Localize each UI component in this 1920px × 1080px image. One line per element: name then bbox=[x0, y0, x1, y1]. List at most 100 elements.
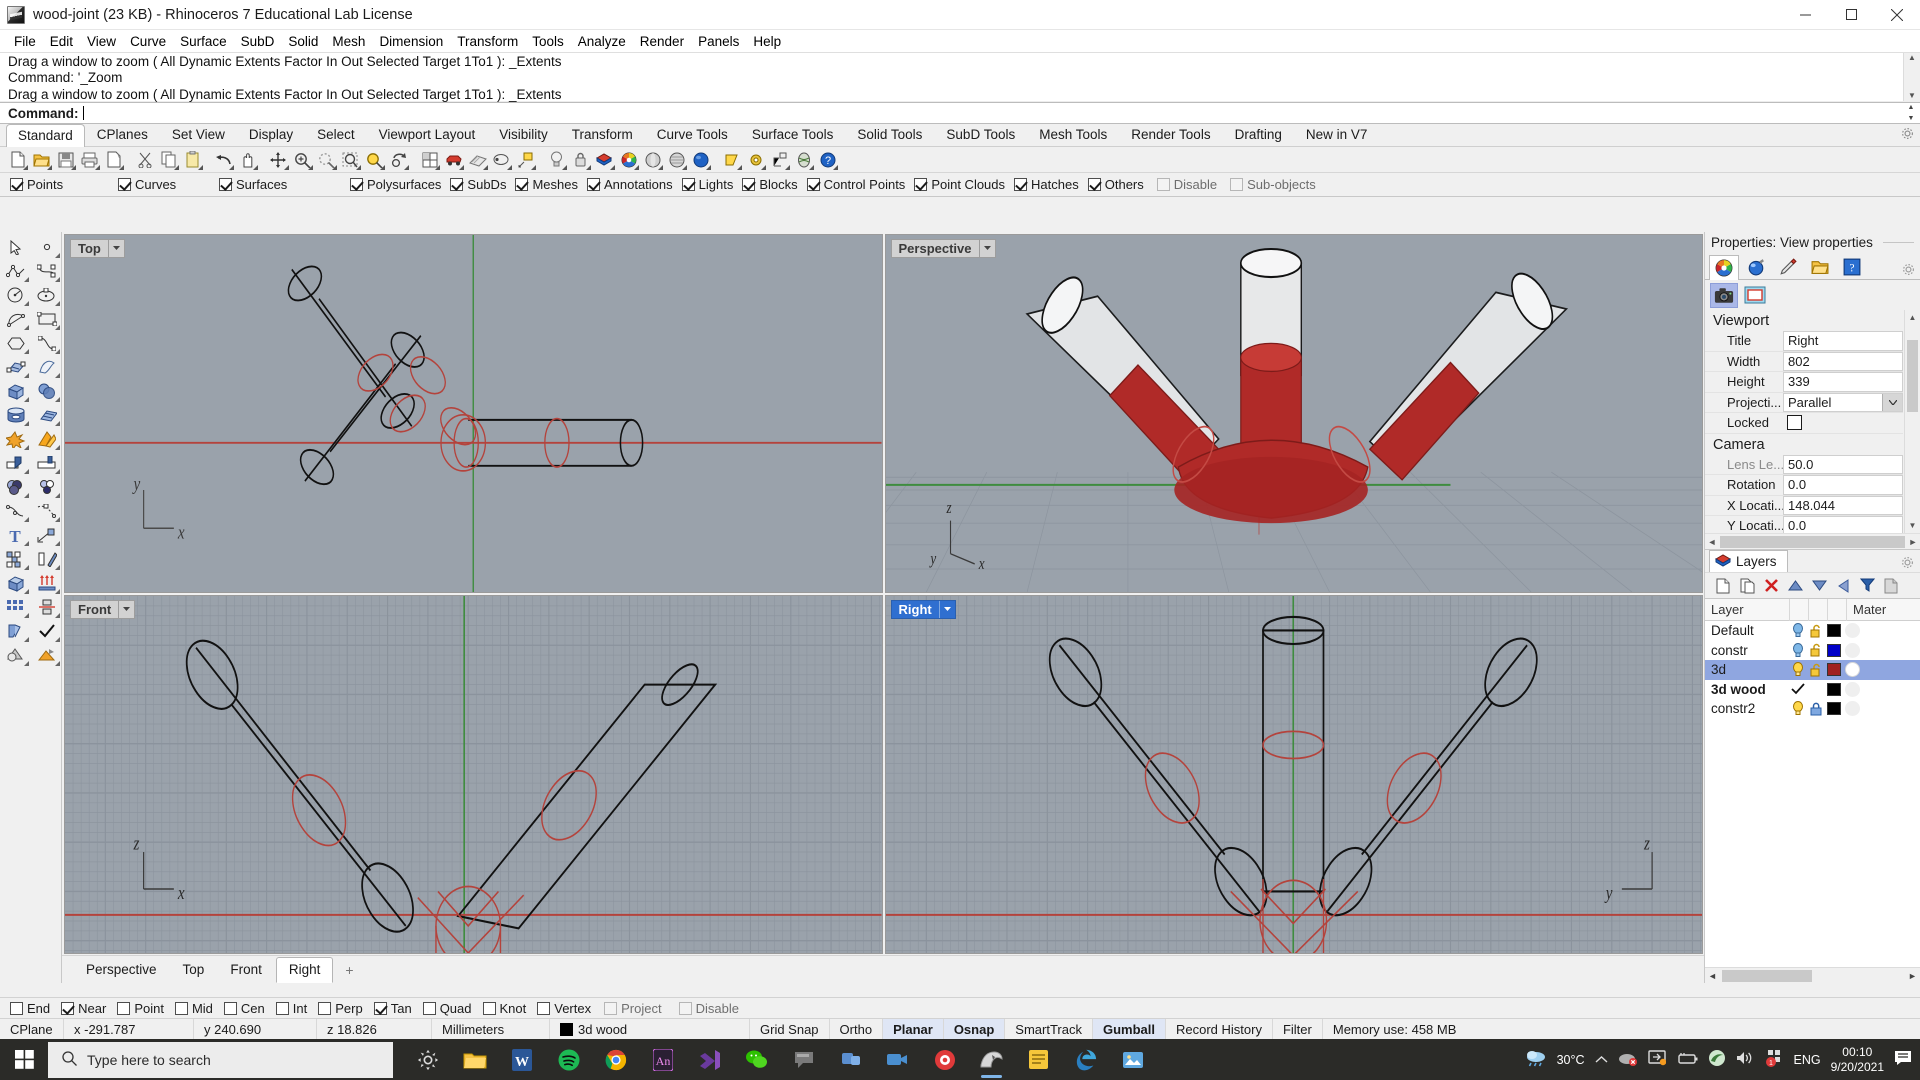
menu-view[interactable]: View bbox=[80, 33, 123, 50]
fillet-curve-icon[interactable] bbox=[0, 499, 31, 523]
layer-row-default[interactable]: Default bbox=[1705, 621, 1920, 641]
sphere-boolean-icon[interactable] bbox=[31, 379, 62, 403]
dimension-leader-icon[interactable] bbox=[31, 523, 62, 547]
scroll-up-icon[interactable]: ▲ bbox=[1905, 310, 1920, 325]
checkbox-icon[interactable] bbox=[1088, 178, 1101, 191]
status-current-layer[interactable]: 3d wood bbox=[550, 1019, 750, 1039]
box-icon[interactable] bbox=[0, 379, 31, 403]
osnap-int[interactable]: Int bbox=[276, 1001, 307, 1016]
trim-icon[interactable] bbox=[0, 451, 31, 475]
command-history[interactable]: Drag a window to zoom ( All Dynamic Exte… bbox=[0, 53, 1920, 102]
tab-display-properties[interactable] bbox=[1773, 254, 1803, 279]
ellipse-icon[interactable] bbox=[31, 283, 62, 307]
layer-row-constr[interactable]: constr bbox=[1705, 641, 1920, 661]
windows-start-icon[interactable] bbox=[0, 1039, 48, 1080]
tab-select[interactable]: Select bbox=[305, 123, 367, 146]
prop-value-width[interactable]: 802 bbox=[1783, 352, 1903, 372]
toggle-grid-snap[interactable]: Grid Snap bbox=[750, 1019, 830, 1039]
chevron-down-icon[interactable] bbox=[939, 601, 955, 618]
osnap-end[interactable]: End bbox=[10, 1001, 50, 1016]
options-gear-icon[interactable] bbox=[744, 149, 767, 171]
scrollbar-thumb[interactable] bbox=[1722, 970, 1812, 982]
menu-panels[interactable]: Panels bbox=[691, 33, 746, 50]
taskbar-clock[interactable]: 00:10 9/20/2021 bbox=[1831, 1045, 1884, 1075]
chrome-icon[interactable] bbox=[593, 1039, 638, 1080]
extrude-surface-icon[interactable] bbox=[31, 355, 62, 379]
osnap-point[interactable]: Point bbox=[117, 1001, 164, 1016]
checkbox-icon[interactable] bbox=[61, 1002, 74, 1015]
checkbox-icon[interactable] bbox=[276, 1002, 289, 1015]
light-bulb-icon[interactable] bbox=[1789, 662, 1807, 677]
tab-new-in-v7[interactable]: New in V7 bbox=[1294, 123, 1380, 146]
light-bulb-icon[interactable] bbox=[1789, 701, 1807, 716]
render-properties-icon[interactable] bbox=[466, 149, 489, 171]
select-arrow-icon[interactable] bbox=[0, 235, 31, 259]
viewport-right[interactable]: z y Right bbox=[885, 595, 1704, 954]
chevron-down-icon[interactable] bbox=[118, 601, 134, 618]
zoom-out-icon[interactable] bbox=[315, 149, 338, 171]
new-file-icon[interactable] bbox=[6, 149, 29, 171]
light-bulb-icon[interactable] bbox=[1789, 623, 1807, 638]
zoom-extents-icon[interactable] bbox=[363, 149, 386, 171]
tab-layers[interactable]: Layers bbox=[1709, 550, 1788, 572]
viewport-top[interactable]: y x Top bbox=[64, 234, 883, 593]
checkbox-icon[interactable] bbox=[10, 178, 23, 191]
cap-holes-icon[interactable] bbox=[0, 571, 31, 595]
checkbox-icon[interactable] bbox=[350, 178, 363, 191]
polygon-icon[interactable] bbox=[0, 331, 31, 355]
prop-row-width[interactable]: Width 802 bbox=[1705, 352, 1903, 373]
toggle-gumball[interactable]: Gumball bbox=[1093, 1019, 1166, 1039]
filter-annotations[interactable]: Annotations bbox=[587, 177, 673, 192]
osnap-tan[interactable]: Tan bbox=[374, 1001, 412, 1016]
pan-icon[interactable] bbox=[236, 149, 259, 171]
move-down-icon[interactable] bbox=[1809, 575, 1829, 596]
layer-row-3d-wood[interactable]: 3d wood bbox=[1705, 680, 1920, 700]
layer-color-swatch[interactable] bbox=[1825, 624, 1843, 637]
status-cplane[interactable]: CPlane bbox=[0, 1019, 64, 1039]
toolbar-options-gear-icon[interactable] bbox=[1901, 127, 1914, 143]
checkbox-icon[interactable] bbox=[1230, 178, 1243, 191]
close-button[interactable] bbox=[1874, 0, 1920, 30]
toggle-ortho[interactable]: Ortho bbox=[830, 1019, 884, 1039]
checkbox-icon[interactable] bbox=[118, 178, 131, 191]
shaded-sphere-icon[interactable] bbox=[641, 149, 664, 171]
layer-color-swatch[interactable] bbox=[1825, 663, 1843, 676]
new-layer-icon[interactable] bbox=[1713, 575, 1733, 596]
menu-edit[interactable]: Edit bbox=[43, 33, 80, 50]
help-icon[interactable]: ? bbox=[816, 149, 839, 171]
word-icon[interactable]: W bbox=[499, 1039, 544, 1080]
prop-value-projection[interactable]: Parallel bbox=[1783, 393, 1903, 413]
circle-icon[interactable] bbox=[0, 283, 31, 307]
prop-row-locked[interactable]: Locked bbox=[1705, 413, 1903, 434]
tab-viewport-layout[interactable]: Viewport Layout bbox=[367, 123, 488, 146]
light-icon[interactable] bbox=[545, 149, 568, 171]
split-icon[interactable] bbox=[31, 451, 62, 475]
checkbox-icon[interactable] bbox=[117, 1002, 130, 1015]
menu-transform[interactable]: Transform bbox=[450, 33, 525, 50]
prop-row-title[interactable]: Title Right bbox=[1705, 331, 1903, 352]
onedrive-error-icon[interactable] bbox=[1618, 1051, 1638, 1069]
osnap-near[interactable]: Near bbox=[61, 1001, 106, 1016]
toggle-record-history[interactable]: Record History bbox=[1166, 1019, 1273, 1039]
language-indicator[interactable]: ENG bbox=[1794, 1053, 1821, 1067]
rectangle-icon[interactable] bbox=[31, 307, 62, 331]
osnap-perp[interactable]: Perp bbox=[318, 1001, 362, 1016]
menu-tools[interactable]: Tools bbox=[525, 33, 571, 50]
command-prompt[interactable]: Command: ▲ ▼ bbox=[0, 102, 1920, 124]
mirror-icon[interactable] bbox=[31, 547, 62, 571]
osnap-knot[interactable]: Knot bbox=[483, 1001, 527, 1016]
extrude-curve-icon[interactable] bbox=[31, 571, 62, 595]
prop-value-x-location[interactable]: 148.044 bbox=[1783, 496, 1903, 516]
free-form-curve-icon[interactable] bbox=[31, 331, 62, 355]
wechat-icon[interactable] bbox=[734, 1039, 779, 1080]
game-icon[interactable] bbox=[922, 1039, 967, 1080]
unlocked-padlock-icon[interactable] bbox=[1807, 624, 1825, 638]
tab-curve-tools[interactable]: Curve Tools bbox=[645, 123, 740, 146]
filter-surfaces[interactable]: Surfaces bbox=[219, 177, 350, 192]
offset-icon[interactable] bbox=[31, 595, 62, 619]
control-point-curve-icon[interactable] bbox=[31, 259, 62, 283]
minimize-button[interactable] bbox=[1782, 0, 1828, 30]
toggle-planar[interactable]: Planar bbox=[883, 1019, 944, 1039]
camera-icon[interactable] bbox=[1710, 283, 1738, 308]
new-sublayer-icon[interactable] bbox=[1737, 575, 1757, 596]
